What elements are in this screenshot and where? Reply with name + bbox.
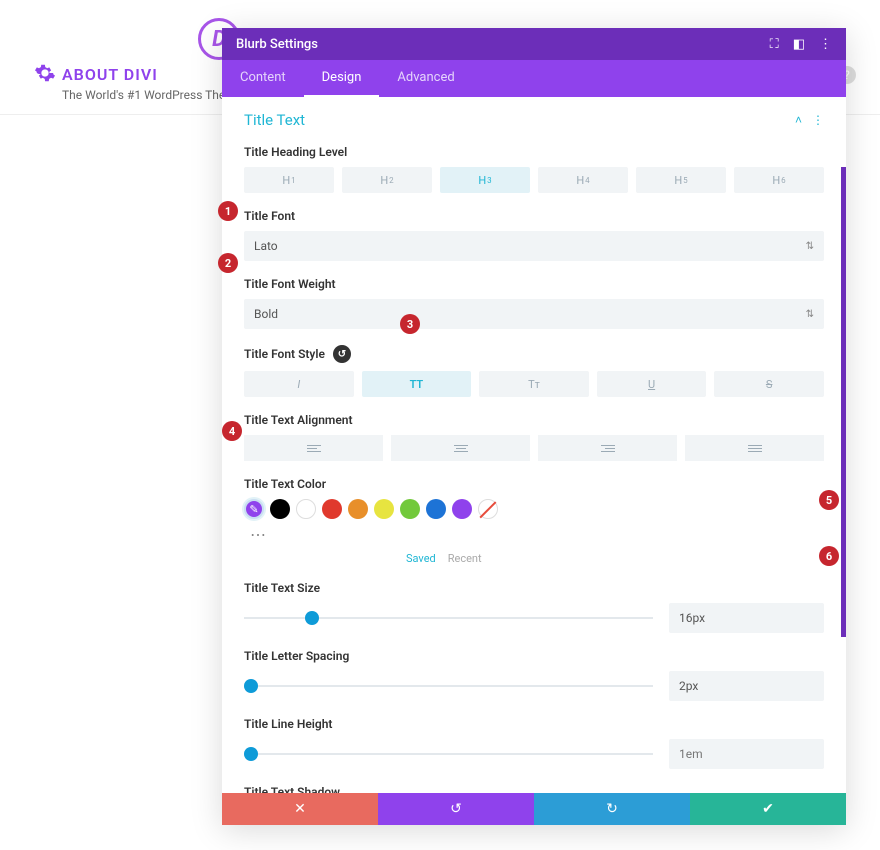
label-spacing: Title Letter Spacing [244, 649, 824, 663]
modal-footer: ✕ ↺ ↻ ✔ [222, 793, 846, 825]
font-style-group: I TT Tᴛ U S [244, 371, 824, 397]
heading-h6[interactable]: H6 [734, 167, 824, 193]
swatch-purple[interactable] [452, 499, 472, 519]
settings-panel: Title Text ˄ ⋮ Title Heading Level H1 H2… [222, 97, 846, 825]
tab-design[interactable]: Design [304, 60, 380, 97]
label-heading-level: Title Heading Level [244, 145, 824, 159]
section-menu-icon[interactable]: ⋮ [812, 113, 824, 127]
modal-title: Blurb Settings [236, 37, 318, 52]
swatch-white[interactable] [296, 499, 316, 519]
align-center[interactable] [391, 435, 530, 461]
swatch-none[interactable] [478, 499, 498, 519]
eyedropper-swatch[interactable]: ✎ [244, 499, 264, 519]
lineheight-input[interactable]: 1em [669, 739, 824, 769]
align-left[interactable] [244, 435, 383, 461]
modal-tabs: Content Design Advanced [222, 60, 846, 97]
swatch-yellow[interactable] [374, 499, 394, 519]
label-weight: Title Font Weight [244, 277, 824, 291]
heading-h5[interactable]: H5 [636, 167, 726, 193]
colors-saved-tab[interactable]: Saved [406, 552, 436, 565]
text-align-group [244, 435, 824, 461]
align-justify[interactable] [685, 435, 824, 461]
label-font: Title Font [244, 209, 824, 223]
redo-button[interactable]: ↻ [534, 793, 690, 825]
callout-2: 2 [218, 253, 238, 273]
swatch-blue[interactable] [426, 499, 446, 519]
callout-3: 3 [400, 314, 420, 334]
expand-icon[interactable]: ⛶ [770, 37, 779, 52]
style-smallcaps[interactable]: Tᴛ [479, 371, 589, 397]
tab-content[interactable]: Content [222, 60, 304, 97]
heading-h2[interactable]: H2 [342, 167, 432, 193]
heading-h1[interactable]: H1 [244, 167, 334, 193]
callout-4: 4 [222, 421, 242, 441]
font-select[interactable]: Lato ⇅ [244, 231, 824, 261]
style-uppercase[interactable]: TT [362, 371, 472, 397]
swatch-black[interactable] [270, 499, 290, 519]
cancel-button[interactable]: ✕ [222, 793, 378, 825]
heading-h3[interactable]: H3 [440, 167, 530, 193]
style-italic[interactable]: I [244, 371, 354, 397]
settings-modal: Blurb Settings ⛶ ◧ ⋮ Content Design Adva… [222, 28, 846, 825]
reset-style-icon[interactable]: ↺ [333, 345, 351, 363]
menu-icon[interactable]: ⋮ [819, 37, 832, 52]
collapse-icon[interactable]: ˄ [795, 113, 802, 127]
modal-header[interactable]: Blurb Settings ⛶ ◧ ⋮ [222, 28, 846, 60]
lineheight-slider[interactable] [244, 753, 653, 755]
callout-1: 1 [218, 201, 238, 221]
swatch-orange[interactable] [348, 499, 368, 519]
style-underline[interactable]: U [597, 371, 707, 397]
style-strikethrough[interactable]: S [714, 371, 824, 397]
save-button[interactable]: ✔ [690, 793, 846, 825]
label-color: Title Text Color [244, 477, 824, 491]
snap-icon[interactable]: ◧ [793, 37, 805, 52]
heading-h4[interactable]: H4 [538, 167, 628, 193]
undo-button[interactable]: ↺ [378, 793, 534, 825]
section-title[interactable]: Title Text [244, 111, 305, 129]
label-size: Title Text Size [244, 581, 824, 595]
swatch-green[interactable] [400, 499, 420, 519]
chevron-updown-icon: ⇅ [806, 241, 814, 252]
weight-select[interactable]: Bold ⇅ [244, 299, 824, 329]
more-colors-icon[interactable]: ⋯ [250, 525, 824, 544]
size-slider[interactable] [244, 617, 653, 619]
align-right[interactable] [538, 435, 677, 461]
spacing-input[interactable]: 2px [669, 671, 824, 701]
callout-5: 5 [819, 490, 839, 510]
swatch-red[interactable] [322, 499, 342, 519]
label-lineheight: Title Line Height [244, 717, 824, 731]
scrollbar[interactable] [841, 167, 846, 637]
spacing-slider[interactable] [244, 685, 653, 687]
callout-6: 6 [819, 546, 839, 566]
color-swatches: ✎ [244, 499, 824, 519]
tab-advanced[interactable]: Advanced [379, 60, 472, 97]
colors-recent-tab[interactable]: Recent [448, 552, 482, 565]
chevron-updown-icon: ⇅ [806, 309, 814, 320]
label-style: Title Font Style ↺ [244, 345, 824, 363]
heading-level-group: H1 H2 H3 H4 H5 H6 [244, 167, 824, 193]
size-input[interactable]: 16px [669, 603, 824, 633]
label-align: Title Text Alignment [244, 413, 824, 427]
